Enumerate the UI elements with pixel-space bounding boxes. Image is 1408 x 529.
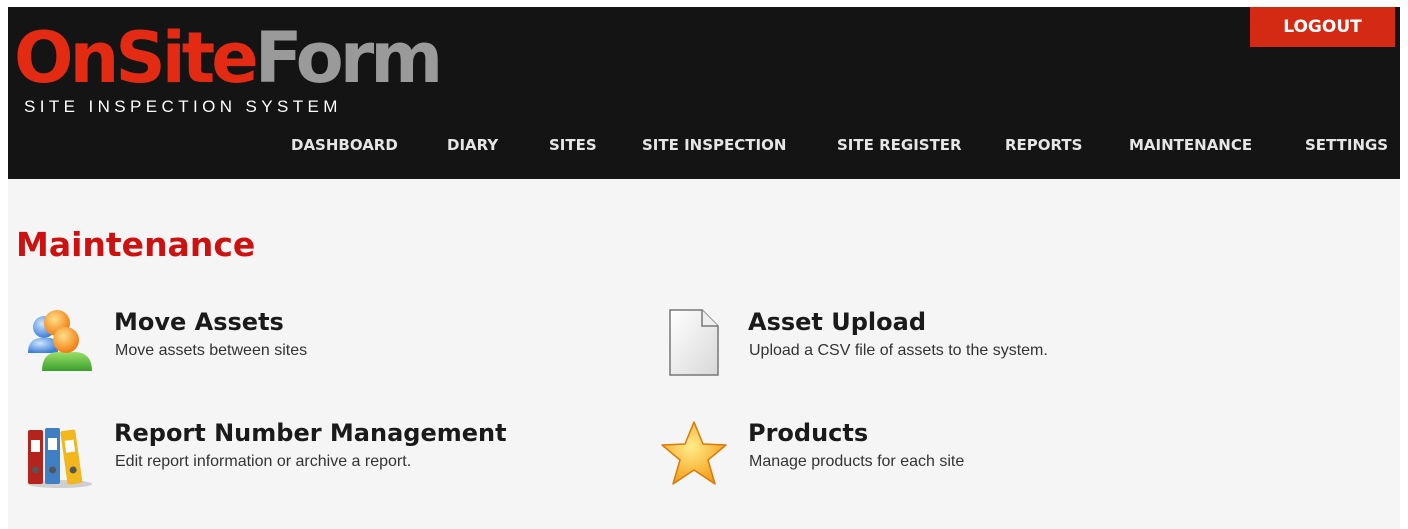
tile-description: Manage products for each site	[749, 453, 965, 470]
tile-asset-upload[interactable]: Asset Upload Upload a CSV file of assets…	[658, 307, 1218, 387]
app-frame: OnSiteForm SITE INSPECTION SYSTEM LOGOUT…	[8, 7, 1400, 529]
tile-title: Report Number Management	[114, 419, 507, 447]
tile-move-assets[interactable]: Move Assets Move assets between sites	[24, 307, 584, 387]
tile-title: Asset Upload	[748, 308, 927, 336]
nav-reports[interactable]: REPORTS	[1005, 133, 1082, 157]
nav-dashboard[interactable]: DASHBOARD	[291, 133, 398, 157]
logo-onsite-text: OnSite	[14, 17, 259, 99]
nav-sites[interactable]: SITES	[549, 133, 597, 157]
star-icon	[661, 421, 727, 485]
logo-tagline: SITE INSPECTION SYSTEM	[24, 97, 342, 116]
main-nav: DASHBOARD DIARY SITES SITE INSPECTION SI…	[8, 133, 1400, 157]
logo-wordmark: OnSiteForm	[14, 17, 444, 99]
page-title: Maintenance	[16, 225, 256, 264]
header-bar: OnSiteForm SITE INSPECTION SYSTEM LOGOUT…	[8, 7, 1400, 179]
document-icon	[669, 309, 719, 376]
tile-description: Move assets between sites	[115, 342, 308, 359]
logo-form-text: Form	[254, 17, 444, 99]
tile-title: Move Assets	[114, 308, 284, 336]
nav-settings[interactable]: SETTINGS	[1305, 133, 1388, 157]
users-icon	[28, 310, 92, 371]
tile-description: Upload a CSV file of assets to the syste…	[749, 342, 1048, 359]
nav-site-inspection[interactable]: SITE INSPECTION	[642, 133, 786, 157]
binders-icon	[28, 428, 92, 488]
tile-report-number-management[interactable]: Report Number Management Edit report inf…	[24, 418, 584, 498]
nav-diary[interactable]: DIARY	[447, 133, 498, 157]
tile-products[interactable]: Products Manage products for each site	[658, 418, 1218, 498]
nav-maintenance[interactable]: MAINTENANCE	[1129, 133, 1252, 157]
tile-description: Edit report information or archive a rep…	[115, 453, 412, 470]
tile-title: Products	[748, 419, 869, 447]
nav-site-register[interactable]: SITE REGISTER	[837, 133, 962, 157]
site-logo[interactable]: OnSiteForm SITE INSPECTION SYSTEM	[14, 17, 443, 127]
logout-button[interactable]: LOGOUT	[1250, 7, 1395, 47]
